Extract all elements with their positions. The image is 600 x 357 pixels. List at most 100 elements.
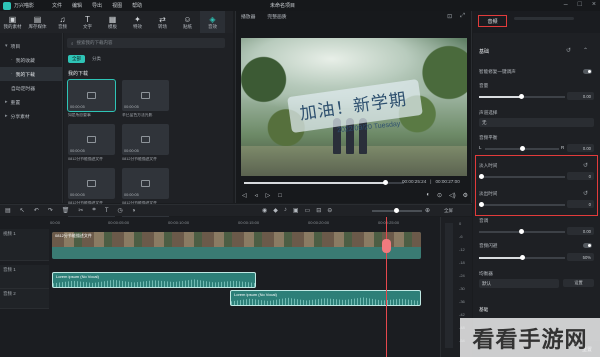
balance-value[interactable]: 0.00 (567, 144, 594, 152)
track-header-audio-1[interactable]: 音频 1 (0, 265, 49, 289)
tab-quality[interactable]: 完整画质 (267, 13, 286, 20)
ducking-value[interactable]: 50% (567, 253, 594, 261)
zoom-in-icon[interactable]: ⊕ (425, 207, 430, 214)
video-frame[interactable]: 加油！新学期 2022/09/20 Tuesday (241, 38, 467, 176)
volume-slider[interactable] (479, 94, 565, 99)
sidebar-item-favorites[interactable]: · 我的收藏 (0, 53, 62, 67)
delete-icon[interactable]: 🗑 (62, 207, 70, 214)
collapse-icon[interactable]: ⌃ (583, 47, 588, 54)
search-input[interactable]: ⌕ 搜索我的下载内容 (67, 38, 225, 48)
marker-icon[interactable]: ◆ (273, 207, 278, 214)
audio-clip-1[interactable]: Lorem ipsum (No Vocal) (52, 272, 256, 288)
volume-icon[interactable]: ◁) (449, 192, 456, 199)
preview-scrubber[interactable] (244, 180, 404, 185)
filter-chips: 全部 分类 (68, 55, 105, 63)
ducking-slider[interactable] (479, 255, 565, 260)
menu-help[interactable]: 帮助 (132, 2, 142, 9)
pitch-slider[interactable] (479, 229, 565, 234)
text-edit-icon[interactable]: T (105, 208, 109, 214)
tab-player[interactable]: 播放器 (241, 13, 255, 20)
zoom-label[interactable]: 全屏 (444, 208, 453, 214)
sidebar-item-project[interactable]: ▾ 项目 (0, 39, 62, 53)
track-header-audio-2[interactable]: 音频 2 (0, 289, 49, 309)
snap-icon[interactable]: ⊟ (316, 207, 321, 214)
menu-export[interactable]: 导出 (92, 2, 102, 9)
media-item[interactable]: 00:00:05 0812分节能描述文件 (68, 168, 116, 206)
scrubber-handle[interactable] (382, 180, 388, 185)
subtitle-icon[interactable]: ▭ (305, 207, 311, 214)
minimize-icon[interactable]: – (564, 1, 568, 8)
split-icon[interactable]: ✂ (78, 207, 83, 214)
media-item[interactable]: 00:00:05 如是所愿晏事 (67, 79, 116, 118)
zoom-out-icon[interactable]: ⊖ (327, 207, 332, 214)
chip-category[interactable]: 分类 (88, 55, 105, 63)
stop-icon[interactable]: □ (278, 193, 282, 199)
tool-stock-media[interactable]: ▤ 库存媒体 (25, 11, 50, 33)
thumbnail: 00:00:05 (122, 168, 169, 199)
ai-icon[interactable]: ▣ (293, 207, 299, 214)
chip-all[interactable]: 全部 (68, 55, 85, 63)
media-item[interactable]: 00:00:05 0812分节能描述文件 (68, 124, 116, 162)
menu-view[interactable]: 视图 (112, 2, 122, 9)
speed-icon[interactable]: ◷ (117, 207, 122, 214)
menu-file[interactable]: 文件 (52, 2, 62, 9)
media-item[interactable]: 00:00:05 0812分节能描述文件 (122, 168, 170, 206)
zoom-slider[interactable] (372, 208, 422, 213)
timeline-ruler[interactable]: 00:00 00:00:05:00 00:00:10:00 00:00:15:0… (50, 217, 440, 229)
tool-effects[interactable]: ✦ 特效 (125, 11, 150, 33)
mic-icon[interactable]: ♪ (284, 207, 287, 214)
render-icon[interactable]: ◐ (426, 192, 430, 199)
select-icon[interactable]: ↖ (20, 207, 25, 214)
volume-value[interactable]: 0.00 (567, 92, 594, 100)
equalizer-settings-button[interactable]: 设置 (563, 279, 594, 287)
audio-mix-dropdown[interactable]: 无 (479, 118, 594, 127)
redo-icon[interactable]: ↷ (48, 207, 53, 214)
sidebar-item-downloads[interactable]: · 我的下载 (0, 67, 62, 81)
audio-clip-2[interactable]: Lorem ipsum (No Vocal) (230, 290, 421, 306)
tool-my-media[interactable]: ▣ 我的素材 (0, 11, 25, 33)
reset-icon[interactable]: ↺ (566, 47, 571, 54)
layout-icon[interactable]: ▤ (5, 207, 11, 214)
playhead[interactable] (382, 217, 391, 357)
step-back-icon[interactable]: ◃ (255, 192, 258, 199)
app-logo-icon (3, 1, 11, 10)
tool-text[interactable]: T 文字 (75, 11, 100, 33)
playhead-handle[interactable] (382, 239, 391, 253)
tool-transition[interactable]: ⇄ 转场 (150, 11, 175, 33)
image-icon (141, 180, 150, 187)
play-icon[interactable]: ▷ (266, 192, 271, 199)
maximize-icon[interactable]: □ (578, 1, 582, 8)
pitch-value[interactable]: 0.00 (567, 227, 594, 235)
snapshot-icon[interactable]: ⊡ (447, 13, 452, 20)
tool-template[interactable]: ▦ 模板 (100, 11, 125, 33)
tool-audio[interactable]: ♫ 音频 (50, 11, 75, 33)
denoise-toggle[interactable] (583, 69, 592, 74)
sidebar-item-auto-timer[interactable]: 自动定时器 (0, 81, 62, 95)
color-icon[interactable]: ◑ (132, 208, 136, 214)
media-item[interactable]: 00:00:05 0812分节能描述文件 (122, 124, 170, 162)
equalizer-dropdown[interactable]: 默认 (479, 279, 559, 288)
settings-icon[interactable]: ⚙ (463, 192, 468, 199)
tab-placeholder[interactable] (514, 17, 574, 20)
render-preview-icon[interactable]: ◉ (262, 207, 267, 214)
crop-icon[interactable]: ⌗ (92, 207, 95, 214)
tool-sound-effect[interactable]: ◈ 音效 (200, 11, 225, 33)
track-header-video[interactable]: 视频 1 (0, 229, 49, 261)
sidebar-item-reset[interactable]: ▸ 重置 (0, 95, 62, 109)
fullscreen-icon[interactable]: ⤢ (460, 13, 465, 20)
camera-icon[interactable]: ⊙ (437, 192, 442, 199)
prev-frame-icon[interactable]: ◁ (242, 192, 247, 199)
media-item[interactable]: 00:00:05 辛巳蓝色方法光影 (122, 80, 170, 118)
tool-sticker[interactable]: ☺ 贴纸 (175, 11, 200, 33)
ducking-toggle[interactable] (583, 243, 592, 248)
undo-icon[interactable]: ↶ (34, 207, 39, 214)
search-icon: ⌕ (71, 40, 74, 46)
tab-audio[interactable]: 音频 (478, 15, 507, 27)
folder-icon: ▣ (8, 14, 17, 24)
video-clip[interactable]: 0812分节能描述文件 (52, 232, 421, 259)
close-icon[interactable]: × (592, 1, 596, 8)
thumbnail: 00:00:05 (122, 80, 169, 111)
sidebar-item-share[interactable]: ▸ 分享素材 (0, 109, 62, 123)
menu-edit[interactable]: 编辑 (72, 2, 82, 9)
balance-slider[interactable] (485, 146, 559, 151)
